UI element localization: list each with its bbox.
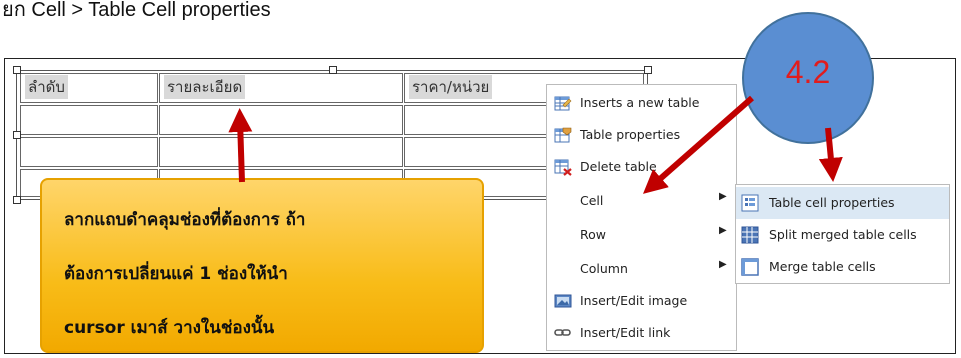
annotation-arrows (228, 95, 843, 194)
arrow-to-submenu (818, 127, 843, 182)
arrow-up-to-header (228, 108, 253, 183)
arrow-to-cell-item (642, 95, 754, 194)
